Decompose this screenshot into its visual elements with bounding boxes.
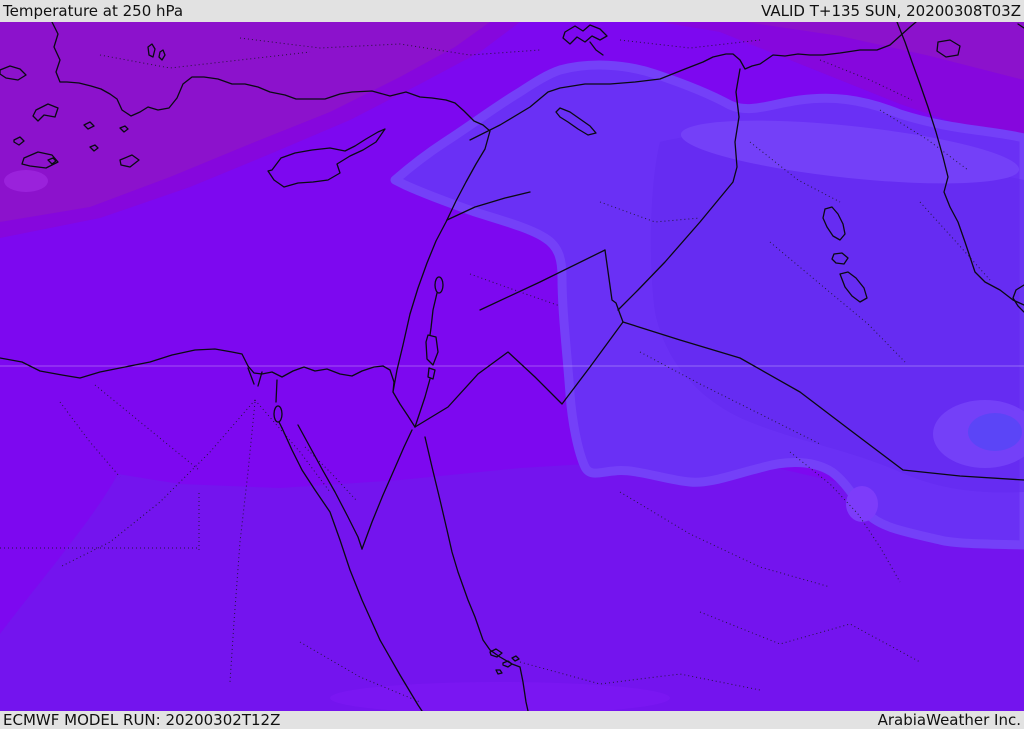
weather-map-screenshot: Temperature at 250 hPa VALID T+135 SUN, … [0,0,1024,729]
weather-map-canvas [0,22,1024,711]
model-run-label: ECMWF MODEL RUN: 20200302T12Z [3,711,281,729]
header-bar: Temperature at 250 hPa VALID T+135 SUN, … [0,0,1024,22]
temp-blob-hook [846,486,878,522]
credit-label: ArabiaWeather Inc. [877,711,1021,729]
valid-time-label: VALID T+135 SUN, 20200308T03Z [761,2,1021,20]
map-area [0,22,1024,711]
temp-patch-coolest [968,413,1022,451]
map-title: Temperature at 250 hPa [3,2,184,20]
temp-blob-aegean [4,170,48,192]
footer-bar: ECMWF MODEL RUN: 20200302T12Z ArabiaWeat… [0,711,1024,729]
